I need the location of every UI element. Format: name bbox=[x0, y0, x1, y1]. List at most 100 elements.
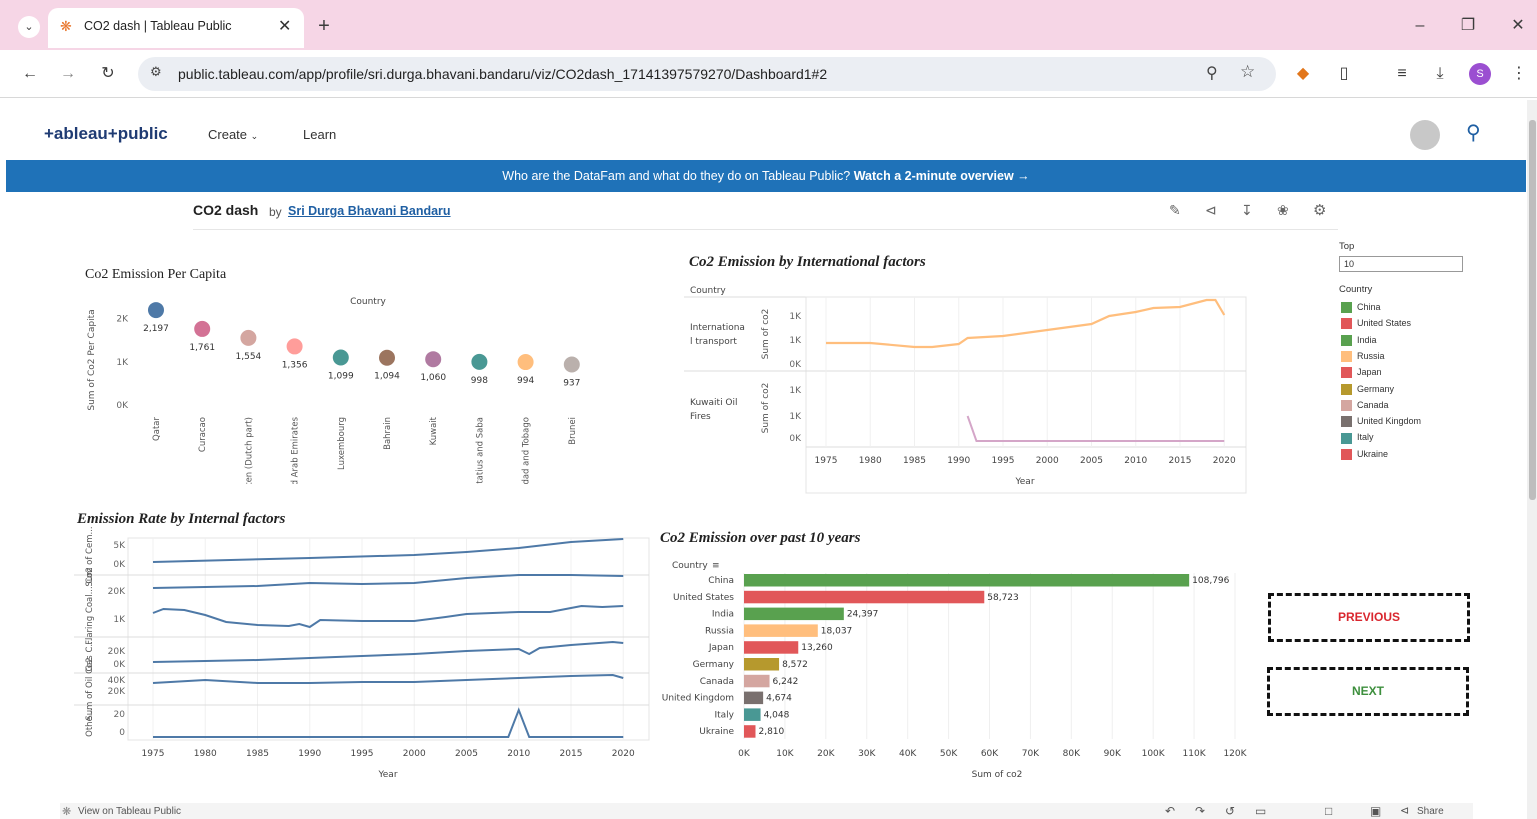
menu-kebab-icon[interactable]: ⋮ bbox=[1509, 64, 1529, 84]
series-line bbox=[152, 574, 624, 589]
settings-gear-icon[interactable]: ⚙ bbox=[1313, 201, 1326, 219]
data-label: 1,060 bbox=[420, 373, 446, 383]
legend-item[interactable]: Russia bbox=[1341, 351, 1385, 365]
data-label: 2,810 bbox=[758, 727, 784, 737]
legend-item[interactable]: Italy bbox=[1341, 432, 1374, 446]
data-point bbox=[194, 320, 211, 337]
nav-create-label: Create bbox=[208, 127, 248, 142]
search-icon[interactable]: ⚲ bbox=[1466, 120, 1481, 145]
forward-icon[interactable]: → bbox=[58, 64, 78, 84]
top-filter-input[interactable]: 10 bbox=[1339, 256, 1463, 272]
reload-icon[interactable]: ↻ bbox=[98, 64, 118, 84]
tableau-small-icon: ❋ bbox=[62, 806, 72, 818]
x-tick-label: 1985 bbox=[246, 749, 269, 759]
legend-label: China bbox=[1357, 302, 1381, 312]
browser-tab[interactable]: ❋ CO2 dash | Tableau Public ✕ bbox=[48, 8, 304, 48]
pause-icon[interactable]: ▭ bbox=[1255, 804, 1266, 818]
author-link[interactable]: Sri Durga Bhavani Bandaru bbox=[288, 204, 451, 218]
download-icon[interactable]: ⤓ bbox=[1430, 64, 1450, 84]
bookmark-star-icon[interactable]: ☆ bbox=[1240, 62, 1255, 82]
new-tab-icon[interactable]: + bbox=[314, 16, 334, 36]
y-tick-label: 1K bbox=[789, 412, 802, 422]
back-icon[interactable]: ← bbox=[20, 64, 40, 84]
legend-swatch bbox=[1341, 416, 1352, 428]
address-bar-row: ← → ↻ ⚙ public.tableau.com/app/profile/s… bbox=[0, 50, 1537, 98]
chart-internal: Emission Rate by Internal factors Sum of… bbox=[74, 508, 654, 788]
tab-title: CO2 dash | Tableau Public bbox=[84, 19, 232, 33]
legend-item[interactable]: China bbox=[1341, 302, 1381, 316]
profile-avatar[interactable]: S bbox=[1469, 63, 1491, 85]
top-filter-label: Top bbox=[1339, 241, 1355, 252]
badge-icon[interactable]: ❀ bbox=[1277, 202, 1289, 219]
data-point bbox=[240, 329, 257, 346]
share-footer-label[interactable]: Share bbox=[1417, 806, 1444, 817]
legend-swatch bbox=[1341, 448, 1352, 460]
revert-icon[interactable]: ↺ bbox=[1225, 804, 1235, 818]
legend-item[interactable]: India bbox=[1341, 335, 1377, 349]
viz-by: by bbox=[269, 205, 282, 219]
site-info-icon[interactable]: ⚙ bbox=[150, 64, 162, 80]
previous-button[interactable]: PREVIOUS bbox=[1268, 593, 1470, 642]
bar bbox=[744, 641, 799, 654]
comment-icon[interactable]: □ bbox=[1325, 804, 1332, 818]
y-axis-label: Sum of co2 bbox=[761, 309, 771, 360]
download-viz-icon[interactable]: ↧ bbox=[1241, 202, 1253, 219]
close-tab-icon[interactable]: ✕ bbox=[278, 16, 291, 36]
share-icon[interactable]: ⊲ bbox=[1205, 202, 1217, 219]
row-label: Kuwaiti Oil bbox=[690, 398, 738, 408]
chart-international: Co2 Emission by International factors Co… bbox=[684, 250, 1254, 495]
restore-icon[interactable]: ❐ bbox=[1458, 16, 1478, 36]
close-window-icon[interactable]: ✕ bbox=[1508, 16, 1528, 36]
legend-item[interactable]: Canada bbox=[1341, 400, 1389, 414]
x-tick-label: 40K bbox=[899, 749, 917, 759]
legend-item[interactable]: Germany bbox=[1341, 384, 1394, 398]
share-footer-icon[interactable]: ⊲ bbox=[1400, 804, 1409, 817]
redo-icon[interactable]: ↷ bbox=[1195, 804, 1205, 818]
view-on-tableau-link[interactable]: View on Tableau Public bbox=[78, 806, 181, 817]
x-tick-label: 0K bbox=[738, 749, 751, 759]
data-point bbox=[471, 353, 488, 370]
column-header: Country bbox=[672, 561, 708, 571]
tableau-public-logo[interactable]: +ableau+public bbox=[44, 124, 168, 144]
x-tick-label: 50K bbox=[940, 749, 958, 759]
nav-learn[interactable]: Learn bbox=[303, 127, 336, 142]
nav-create[interactable]: Create ⌄ bbox=[208, 127, 258, 142]
extensions-icon[interactable]: ▯ bbox=[1334, 64, 1354, 84]
data-label: 1,356 bbox=[282, 360, 308, 370]
x-tick-label: 90K bbox=[1104, 749, 1122, 759]
y-tick-label: 20 bbox=[114, 710, 126, 720]
x-tick-label: 1975 bbox=[142, 749, 165, 759]
undo-icon[interactable]: ↶ bbox=[1165, 804, 1175, 818]
zoom-icon[interactable]: ⚲ bbox=[1206, 63, 1218, 83]
banner-link[interactable]: Watch a 2-minute overview → bbox=[854, 169, 1030, 183]
viz-title: CO2 dash bbox=[193, 202, 259, 218]
y-axis-label: Sum of co2 bbox=[761, 383, 771, 434]
y-tick-label: 0K bbox=[113, 560, 126, 570]
metamask-icon[interactable]: ◆ bbox=[1293, 64, 1313, 84]
legend-item[interactable]: United Kingdom bbox=[1341, 416, 1421, 430]
country-legend: Country China United States India Russia Jap… bbox=[1339, 284, 1469, 464]
y-tick-label: 0 bbox=[119, 728, 125, 738]
fullscreen-icon[interactable]: ▣ bbox=[1370, 804, 1381, 818]
chevron-down-icon: ⌄ bbox=[250, 131, 259, 141]
url-field[interactable]: ⚙ public.tableau.com/app/profile/sri.dur… bbox=[138, 57, 1276, 91]
x-axis-label: Year bbox=[1014, 477, 1034, 487]
category-label: United States bbox=[673, 593, 734, 603]
data-label: 1,761 bbox=[189, 343, 215, 353]
legend-item[interactable]: United States bbox=[1341, 318, 1411, 332]
edit-icon[interactable]: ✎ bbox=[1169, 202, 1181, 219]
x-tick-label: 80K bbox=[1063, 749, 1081, 759]
legend-item[interactable]: Japan bbox=[1341, 367, 1382, 381]
next-button[interactable]: NEXT bbox=[1267, 667, 1469, 716]
scrollbar-thumb[interactable] bbox=[1529, 120, 1536, 500]
series-line bbox=[152, 640, 624, 663]
reading-list-icon[interactable]: ≡ bbox=[1392, 64, 1412, 84]
tab-list-icon[interactable]: ⌄ bbox=[18, 16, 40, 38]
x-tick-label: 2015 bbox=[560, 749, 583, 759]
x-tick-label: 70K bbox=[1022, 749, 1040, 759]
user-avatar-icon[interactable] bbox=[1410, 120, 1440, 150]
legend-item[interactable]: Ukraine bbox=[1341, 449, 1388, 463]
top-filter: Top 10 bbox=[1339, 241, 1465, 273]
x-tick-label: 2020 bbox=[612, 749, 635, 759]
minimize-icon[interactable]: – bbox=[1410, 16, 1430, 36]
